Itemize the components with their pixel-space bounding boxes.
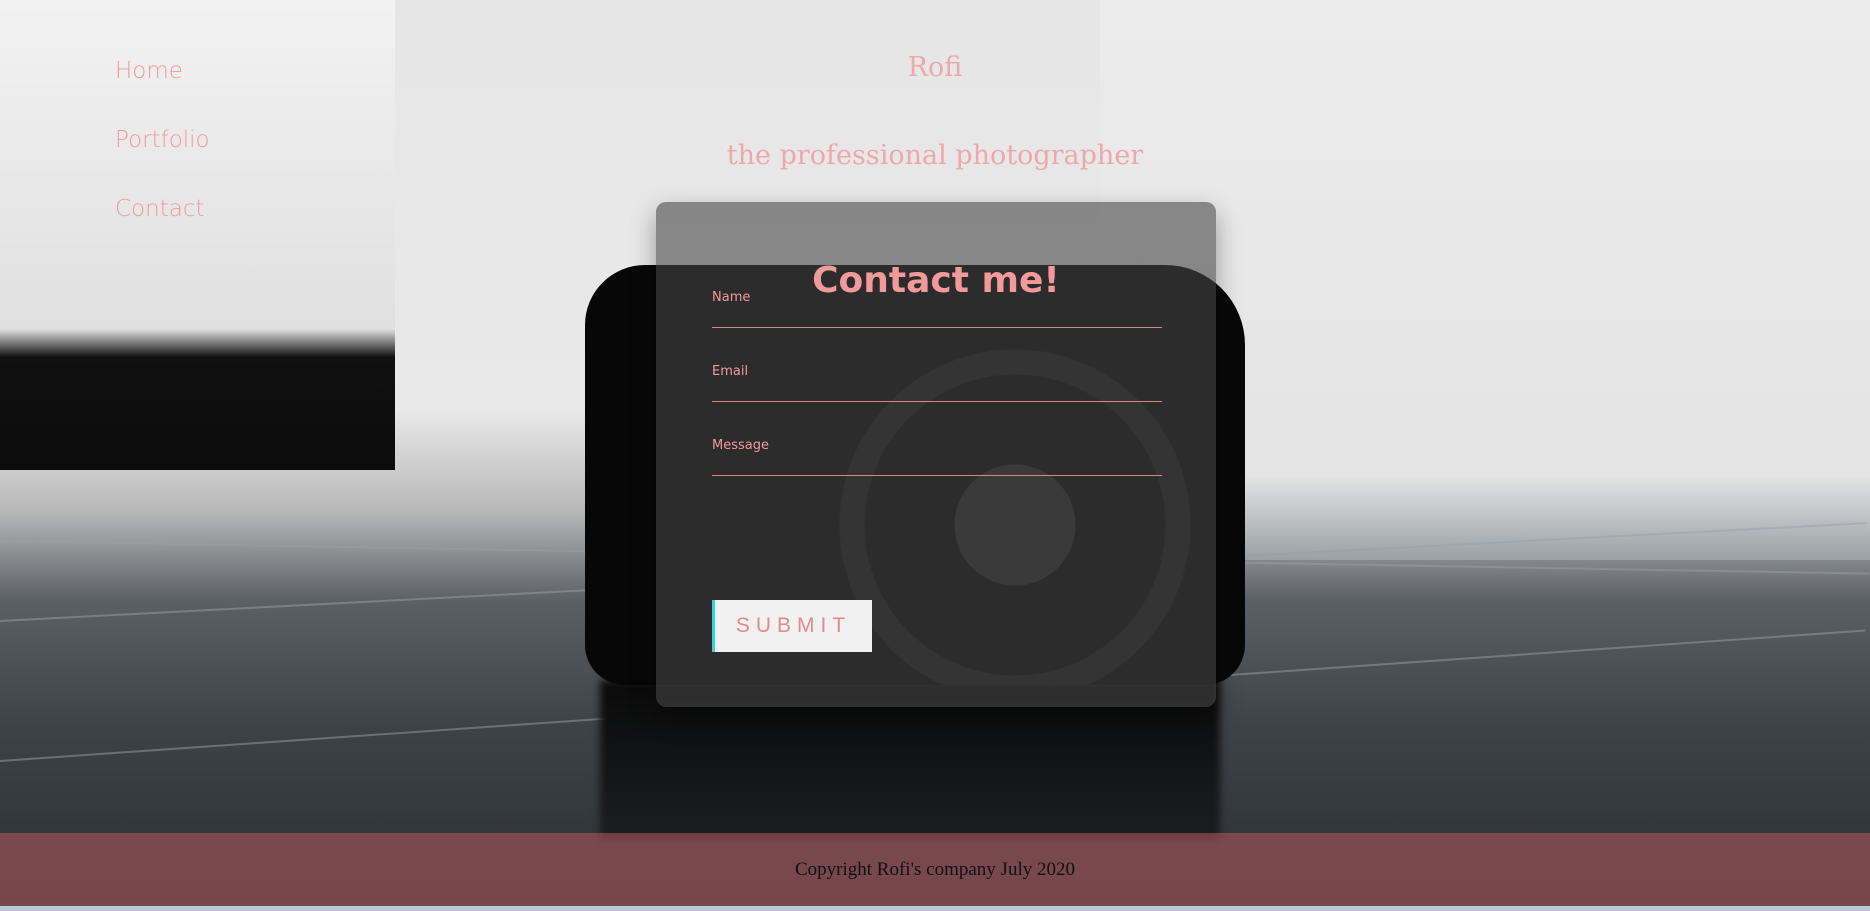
taskbar: [0, 906, 1870, 911]
email-field[interactable]: Email: [712, 364, 1162, 402]
email-label: Email: [712, 364, 749, 379]
name-field[interactable]: Name: [712, 290, 1162, 328]
contact-form: Contact me! Name Email Message SUBMIT: [656, 202, 1216, 707]
name-label: Name: [712, 290, 751, 305]
message-label: Message: [712, 438, 769, 453]
copyright-text: Copyright Rofi's company July 2020: [795, 858, 1075, 880]
nav-contact[interactable]: Contact: [115, 196, 210, 265]
message-field[interactable]: Message: [712, 438, 1162, 476]
site-subtitle: the professional photographer: [726, 140, 1144, 171]
submit-button[interactable]: SUBMIT: [712, 600, 872, 652]
site-title: Rofi: [907, 52, 963, 83]
footer: Copyright Rofi's company July 2020: [0, 833, 1870, 906]
